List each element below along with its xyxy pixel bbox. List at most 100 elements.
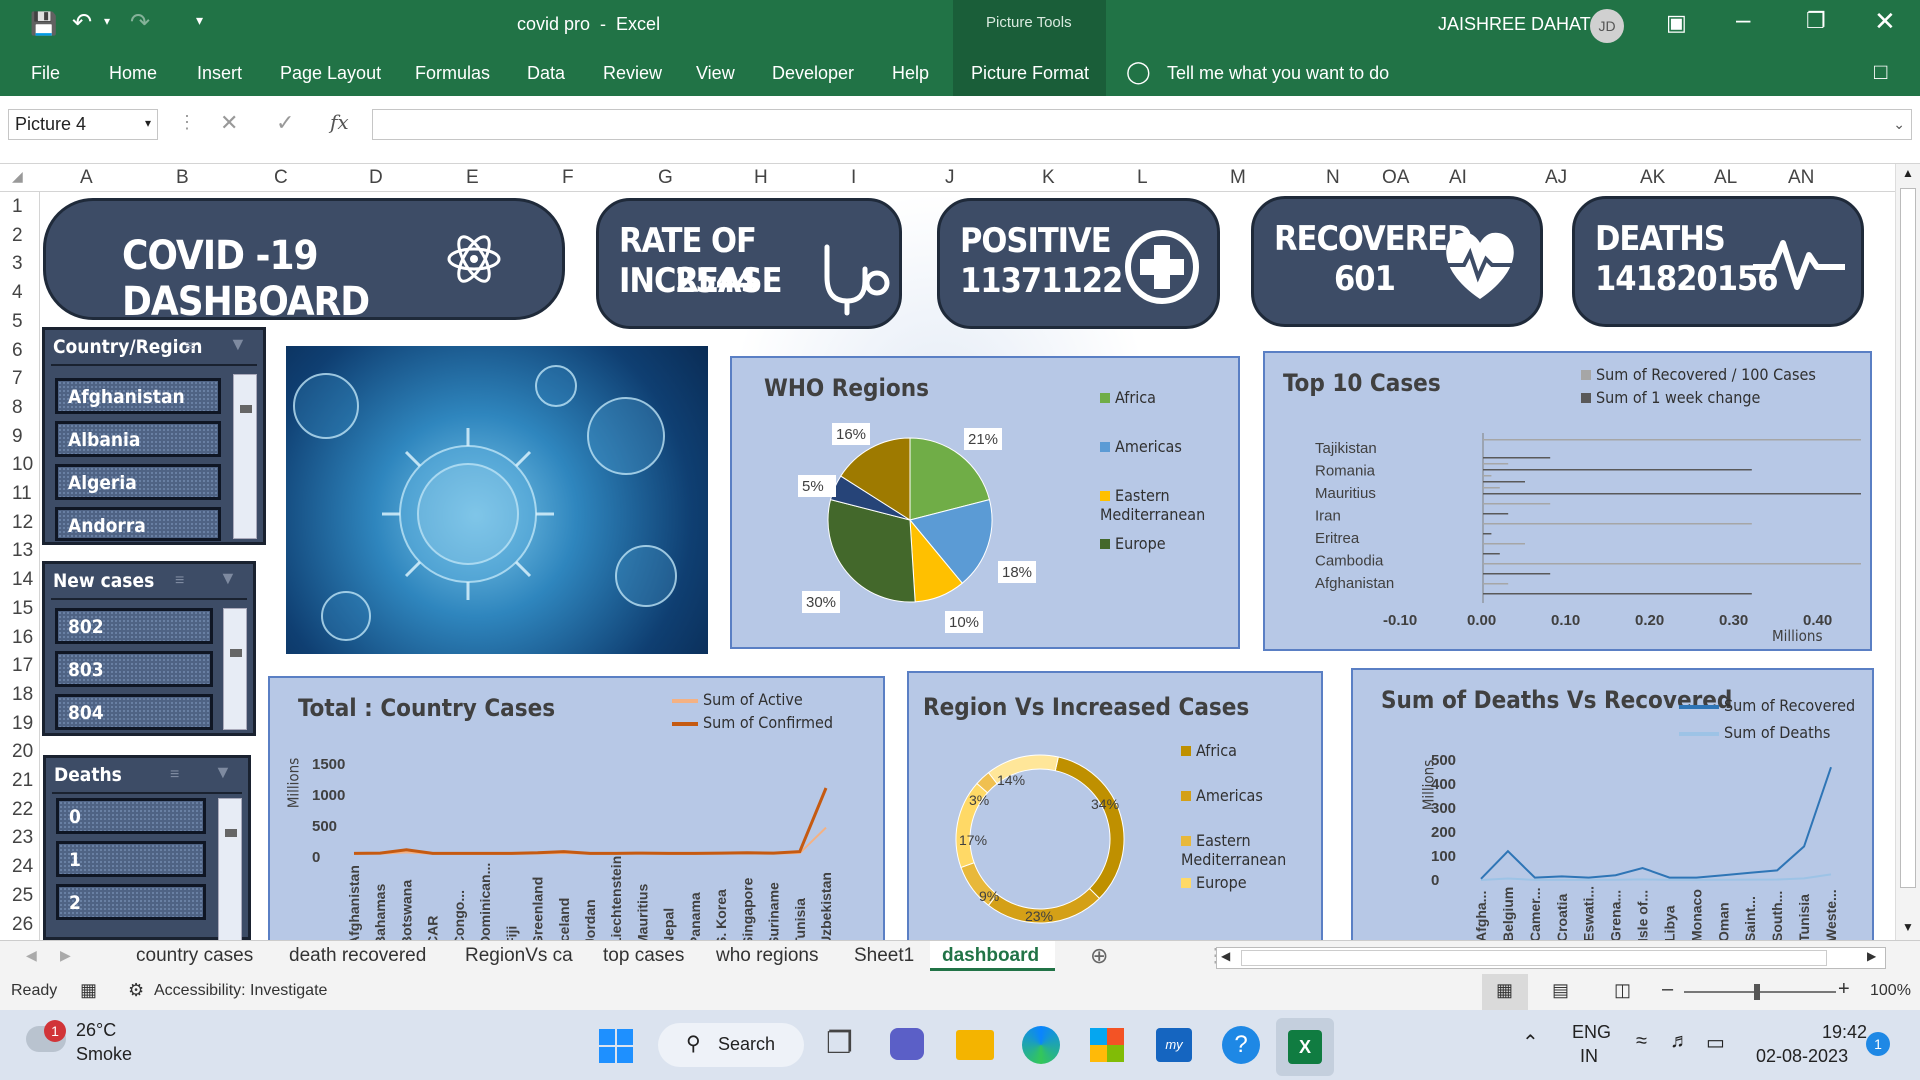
clock-date[interactable]: 02-08-2023: [1756, 1046, 1848, 1067]
row-header[interactable]: 15: [12, 598, 33, 620]
show-hidden-icons[interactable]: ⌃: [1522, 1030, 1539, 1055]
slicer-country-region[interactable]: Country/Region ≡ ▼ Afghanistan Albania A…: [42, 327, 266, 545]
column-header[interactable]: E: [466, 167, 479, 189]
column-header[interactable]: G: [658, 167, 673, 189]
myhp-icon[interactable]: my: [1156, 1028, 1192, 1062]
column-header[interactable]: N: [1326, 167, 1340, 189]
row-header[interactable]: 23: [12, 827, 33, 849]
chart-region-vs-increased[interactable]: Region Vs Increased Cases 34% 23% 9% 17% 3% 1…: [907, 671, 1323, 940]
slicer-new-cases[interactable]: New cases ≡ ▼ 802 803 804: [42, 561, 256, 736]
row-header[interactable]: 20: [12, 741, 33, 763]
tab-scroll-right-icon[interactable]: ▶: [60, 947, 71, 964]
zoom-out-button[interactable]: –: [1662, 978, 1673, 1001]
row-header[interactable]: 25: [12, 885, 33, 907]
row-header[interactable]: 17: [12, 655, 33, 677]
column-header[interactable]: AI: [1449, 167, 1467, 189]
macro-record-icon[interactable]: ▦: [80, 980, 97, 1001]
insert-function-button[interactable]: fx: [330, 110, 349, 134]
page-break-view-button[interactable]: ◫: [1614, 980, 1631, 1001]
enter-icon[interactable]: ✓: [276, 110, 294, 136]
slicer-item[interactable]: Algeria: [55, 464, 221, 500]
slicer-item[interactable]: 804: [55, 694, 213, 730]
kpi-deaths[interactable]: DEATHS 141820156: [1572, 196, 1864, 327]
row-header[interactable]: 1: [12, 196, 23, 218]
sheet-tab[interactable]: Sheet1: [854, 945, 914, 967]
excel-taskbar-button[interactable]: X: [1276, 1018, 1334, 1076]
ribbon-display-options-icon[interactable]: ▣: [1666, 10, 1687, 36]
customize-qat-icon[interactable]: ▾: [196, 12, 203, 29]
row-header[interactable]: 26: [12, 914, 33, 936]
row-header[interactable]: 9: [12, 426, 23, 448]
windows-start-icon[interactable]: [598, 1028, 634, 1064]
slicer-deaths[interactable]: Deaths ≡ ▼ 0 1 2: [43, 755, 251, 940]
comments-icon[interactable]: □: [1874, 59, 1887, 85]
user-name[interactable]: JAISHREE DAHAT: [1438, 14, 1591, 35]
column-header[interactable]: OA: [1382, 167, 1409, 189]
slicer-item[interactable]: Albania: [55, 421, 221, 457]
microsoft-store-icon[interactable]: [1090, 1028, 1124, 1062]
page-layout-view-button[interactable]: ▤: [1552, 980, 1569, 1001]
row-header[interactable]: 11: [12, 483, 32, 505]
column-header[interactable]: M: [1230, 167, 1246, 189]
slicer-item[interactable]: 0: [56, 798, 206, 834]
row-header[interactable]: 10: [12, 454, 33, 476]
tab-page-layout[interactable]: Page Layout: [280, 63, 381, 84]
tab-developer[interactable]: Developer: [772, 63, 854, 84]
tab-data[interactable]: Data: [527, 63, 565, 84]
row-header[interactable]: 2: [12, 225, 23, 247]
row-header[interactable]: 12: [12, 512, 33, 534]
tab-home[interactable]: Home: [109, 63, 157, 84]
column-header[interactable]: AN: [1788, 167, 1814, 189]
battery-icon[interactable]: ▭: [1706, 1030, 1725, 1055]
avatar[interactable]: JD: [1590, 9, 1624, 43]
column-header[interactable]: AJ: [1545, 167, 1567, 189]
clear-filter-icon[interactable]: ▼: [214, 762, 232, 783]
row-header[interactable]: 19: [12, 713, 33, 735]
scroll-right-icon[interactable]: ▶: [1867, 949, 1876, 963]
zoom-slider[interactable]: [1684, 991, 1836, 993]
sheet-tab[interactable]: RegionVs ca: [465, 945, 573, 967]
sheet-tab[interactable]: who regions: [716, 945, 818, 967]
undo-dropdown-icon[interactable]: ▾: [104, 14, 110, 28]
minimize-icon[interactable]: –: [1736, 4, 1750, 35]
tab-formulas[interactable]: Formulas: [415, 63, 490, 84]
sheet-tab[interactable]: death recovered: [289, 945, 426, 967]
scroll-down-icon[interactable]: ▼: [1902, 920, 1914, 934]
slicer-item[interactable]: 1: [56, 841, 206, 877]
kpi-positive[interactable]: POSITIVE 11371122: [937, 198, 1220, 329]
sheet-tab[interactable]: top cases: [603, 945, 684, 967]
column-header[interactable]: A: [80, 167, 93, 189]
undo-icon[interactable]: ↶: [72, 8, 92, 37]
clear-filter-icon[interactable]: ▼: [219, 568, 237, 589]
add-sheet-button[interactable]: ⊕: [1090, 943, 1108, 969]
tab-help[interactable]: Help: [892, 63, 929, 84]
column-header[interactable]: I: [851, 167, 856, 189]
teams-chat-icon[interactable]: [890, 1028, 924, 1060]
kpi-recovered[interactable]: RECOVERED 601: [1251, 196, 1543, 327]
row-header[interactable]: 3: [12, 253, 23, 275]
chart-deaths-vs-recovered[interactable]: Sum of Deaths Vs Recovered Sum of Recove…: [1351, 668, 1874, 940]
normal-view-button[interactable]: ▦: [1482, 974, 1528, 1010]
notification-badge[interactable]: 1: [1866, 1032, 1890, 1056]
slicer-scrollbar[interactable]: [233, 374, 257, 539]
column-header[interactable]: AL: [1714, 167, 1737, 189]
weather-desc[interactable]: Smoke: [76, 1044, 132, 1065]
scroll-thumb[interactable]: [1241, 950, 1827, 966]
scroll-up-icon[interactable]: ▲: [1902, 166, 1914, 180]
zoom-level[interactable]: 100%: [1870, 982, 1911, 1000]
tab-scroll-left-icon[interactable]: ◀: [26, 947, 37, 964]
name-box[interactable]: Picture 4 ▾: [8, 109, 158, 140]
sheet-tab-active[interactable]: dashboard: [930, 941, 1055, 971]
scroll-left-icon[interactable]: ◀: [1221, 949, 1230, 963]
row-header[interactable]: 6: [12, 340, 23, 362]
vertical-scrollbar[interactable]: ▲ ▼: [1895, 164, 1920, 940]
tab-insert[interactable]: Insert: [197, 63, 242, 84]
horizontal-scrollbar[interactable]: ◀ ▶: [1216, 947, 1886, 969]
tab-view[interactable]: View: [696, 63, 735, 84]
zoom-slider-thumb[interactable]: [1754, 984, 1760, 1000]
column-header[interactable]: B: [176, 167, 189, 189]
row-header[interactable]: 16: [12, 627, 33, 649]
slicer-item[interactable]: 2: [56, 884, 206, 920]
row-header[interactable]: 13: [12, 540, 33, 562]
column-header[interactable]: F: [562, 167, 574, 189]
